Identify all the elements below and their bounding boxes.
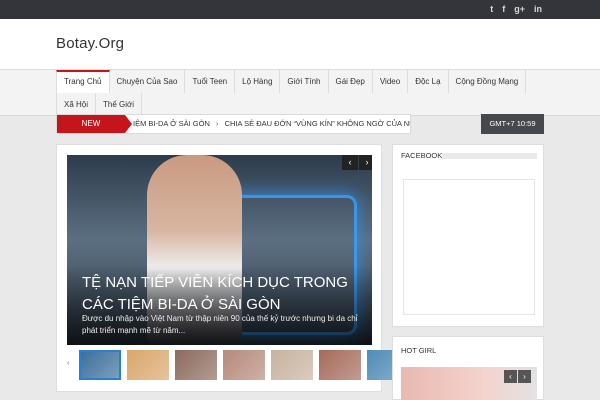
hotgirl-heading: HOT GIRL	[401, 346, 437, 355]
nav-item[interactable]: Xã Hội	[56, 93, 97, 116]
featured-slide[interactable]: ‹ › TỆ NẠN TIẾP VIÊN KÍCH DỤC TRONG CÁC …	[67, 155, 372, 345]
ticker-badge: NEW	[57, 115, 132, 133]
nav-item[interactable]: Giới Tính	[280, 70, 329, 93]
hotgirl-arrows: ‹ ›	[503, 370, 531, 383]
nav-row-primary: Trang Chủ Chuyện Của Sao Tuổi Teen Lộ Hàng G…	[56, 70, 527, 93]
slide-next-button[interactable]: ›	[359, 155, 372, 170]
slide-thumbnails: ‹ ›	[67, 348, 409, 382]
nav-item[interactable]: Video	[373, 70, 409, 93]
ticker-item[interactable]: IỆM BI-DA Ở SÀI GÒN	[133, 119, 210, 128]
facebook-icon[interactable]: f	[502, 4, 505, 15]
slide-title[interactable]: TỆ NẠN TIẾP VIÊN KÍCH DỤC TRONG CÁC TIỆM…	[82, 272, 362, 316]
slide-prev-button[interactable]: ‹	[342, 155, 358, 170]
google-plus-icon[interactable]: g+	[514, 4, 525, 15]
nav-row-secondary: Xã Hội Thế Giới	[56, 93, 143, 116]
slide-description: Được du nhập vào Việt Nam từ thập niên 9…	[82, 314, 358, 335]
nav-item[interactable]: Cộng Đồng Mạng	[449, 70, 527, 93]
slide-thumbnail[interactable]	[175, 350, 217, 380]
site-logo[interactable]: Botay.Org	[56, 35, 124, 52]
nav-item[interactable]: Lộ Hàng	[235, 70, 281, 93]
nav-item[interactable]: Chuyện Của Sao	[110, 70, 186, 93]
nav-item[interactable]: Tuổi Teen	[185, 70, 236, 93]
site-header: Botay.Org	[0, 19, 600, 70]
slide-thumbnail[interactable]	[223, 350, 265, 380]
nav-item[interactable]: Độc Lạ	[408, 70, 449, 93]
social-links: t f g+ in	[490, 4, 542, 15]
facebook-widget: FACEBOOK	[392, 144, 544, 327]
featured-slider-box: ‹ › TỆ NẠN TIẾP VIÊN KÍCH DỤC TRONG CÁC …	[56, 144, 409, 392]
facebook-embed[interactable]	[403, 179, 535, 315]
slide-thumbnail[interactable]	[127, 350, 169, 380]
heading-rule	[442, 153, 537, 159]
hotgirl-next-button[interactable]: ›	[518, 370, 531, 383]
slide-thumbnail[interactable]	[271, 350, 313, 380]
nav-item[interactable]: Trang Chủ	[56, 70, 110, 93]
ticker-item[interactable]: CHIA SẺ ĐAU ĐỚN “VÙNG KÍN” KHÔNG NGỜ CỦA…	[225, 119, 410, 128]
slide-thumbnail[interactable]	[319, 350, 361, 380]
ticker-separator: ›	[215, 119, 219, 128]
thumbs-prev-icon[interactable]: ‹	[67, 360, 69, 367]
ticker-content: IỆM BI-DA Ở SÀI GÒN › CHIA SẺ ĐAU ĐỚN “V…	[133, 115, 410, 133]
top-bar: t f g+ in	[0, 0, 600, 19]
facebook-heading: FACEBOOK	[401, 151, 443, 160]
twitter-icon[interactable]: t	[490, 4, 493, 15]
hotgirl-prev-button[interactable]: ‹	[504, 370, 517, 383]
hotgirl-widget: HOT GIRL ‹ ›	[392, 336, 544, 400]
slide-thumbnail[interactable]	[79, 350, 121, 380]
slide-arrows: ‹ ›	[341, 155, 372, 170]
news-ticker: NEW IỆM BI-DA Ở SÀI GÒN › CHIA SẺ ĐAU ĐỚ…	[56, 114, 411, 134]
nav-item[interactable]: Thế Giới	[96, 93, 143, 116]
linkedin-icon[interactable]: in	[534, 4, 542, 15]
nav-item[interactable]: Gái Đẹp	[329, 70, 373, 93]
main-navigation: Trang Chủ Chuyện Của Sao Tuổi Teen Lộ Hàng G…	[0, 70, 600, 116]
clock-display: GMT+7 10:59	[481, 114, 544, 134]
